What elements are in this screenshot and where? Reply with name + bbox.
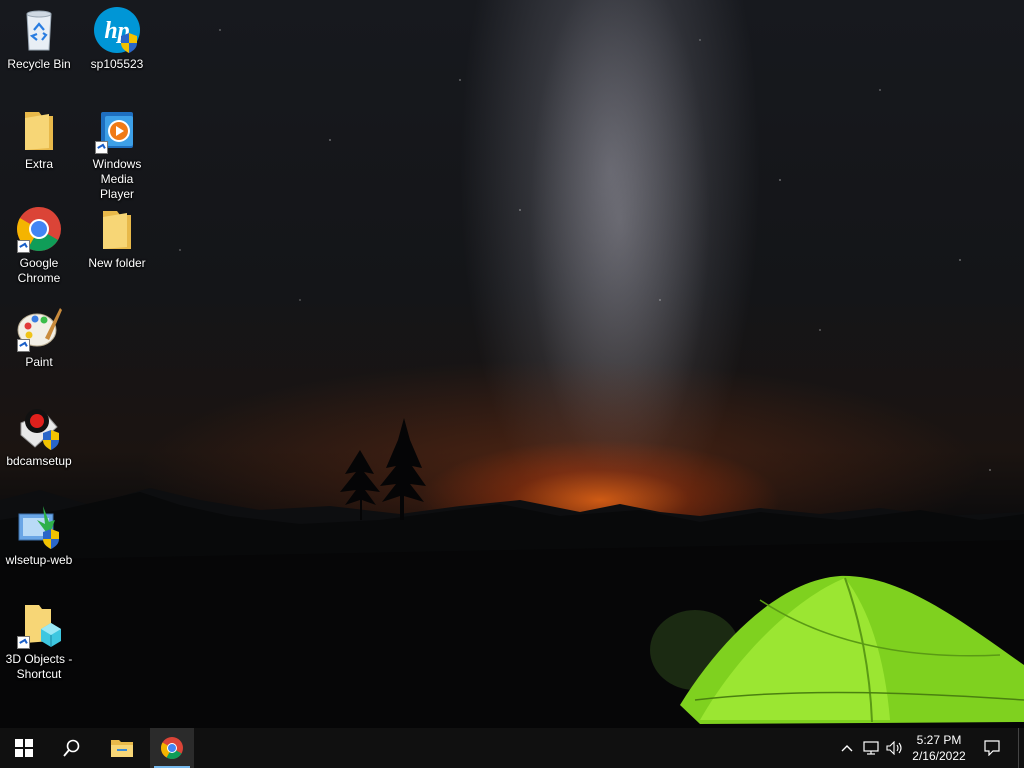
desktop-icon-sp105523[interactable]: hp sp105523 (79, 6, 155, 72)
shortcut-arrow-icon (17, 339, 30, 352)
uac-shield-icon (43, 430, 59, 450)
desktop-icon-windows-media-player[interactable]: Windows Media Player (79, 106, 155, 202)
desktop-icon-bdcamsetup[interactable]: bdcamsetup (1, 403, 77, 469)
taskbar: 5:27 PM 2/16/2022 (0, 728, 1024, 768)
action-center-icon (984, 740, 1000, 756)
search-icon (63, 739, 80, 757)
3d-objects-folder-icon (15, 601, 63, 649)
desktop-icon-extra[interactable]: Extra (1, 106, 77, 172)
start-button[interactable] (0, 728, 48, 768)
desktop-icon-label: bdcamsetup (6, 454, 72, 468)
desktop-icon-label: Google Chrome (17, 256, 61, 285)
installer-icon (15, 502, 63, 550)
shortcut-arrow-icon (95, 141, 108, 154)
folder-icon (111, 740, 133, 757)
uac-shield-icon (121, 33, 137, 53)
clock[interactable]: 5:27 PM 2/16/2022 (906, 728, 972, 768)
folder-icon (93, 205, 141, 253)
desktop-icon-label: 3D Objects - Shortcut (5, 652, 73, 681)
desktop-icon-paint[interactable]: Paint (1, 304, 77, 370)
desktop-icon-recycle-bin[interactable]: Recycle Bin (1, 6, 77, 72)
desktop-icon-3d-objects-shortcut[interactable]: 3D Objects - Shortcut (1, 601, 77, 682)
chrome-icon (15, 205, 63, 253)
uac-shield-icon (43, 529, 59, 549)
volume-icon (886, 741, 902, 755)
recycle-bin-icon (15, 6, 63, 54)
desktop-icon-label: Windows Media Player (92, 157, 142, 201)
network-icon (863, 741, 879, 755)
desktop-icon-label: New folder (88, 256, 146, 270)
chrome-icon (161, 737, 183, 759)
taskbar-file-explorer[interactable] (98, 728, 146, 768)
shortcut-arrow-icon (17, 240, 30, 253)
hp-logo-icon: hp (93, 6, 141, 54)
clock-date: 2/16/2022 (912, 749, 966, 763)
desktop-icon-label: sp105523 (90, 57, 144, 71)
search-button[interactable] (48, 728, 96, 768)
shortcut-arrow-icon (17, 636, 30, 649)
show-hidden-icons-button[interactable] (836, 728, 858, 768)
desktop-icon-label: Extra (24, 157, 53, 171)
network-button[interactable] (860, 728, 882, 768)
volume-button[interactable] (884, 728, 906, 768)
desktop-icon-label: Paint (25, 355, 53, 369)
folder-icon (15, 106, 63, 154)
desktop-icon-google-chrome[interactable]: Google Chrome (1, 205, 77, 286)
paint-icon (15, 304, 63, 352)
bdcam-icon (15, 403, 63, 451)
desktop-icon-new-folder[interactable]: New folder (79, 205, 155, 271)
chevron-up-icon (841, 745, 853, 752)
taskbar-google-chrome[interactable] (150, 728, 194, 768)
desktop-icon-wlsetup-web[interactable]: wlsetup-web (1, 502, 77, 568)
clock-time: 5:27 PM (916, 733, 962, 747)
desktop-icon-label: Recycle Bin (7, 57, 71, 71)
media-player-icon (93, 106, 141, 154)
action-center-button[interactable] (976, 728, 1008, 768)
show-desktop-button[interactable] (1018, 728, 1024, 768)
windows-logo-icon (15, 739, 33, 757)
desktop-icon-label: wlsetup-web (5, 553, 73, 567)
desktop-background: Recycle Bin Extra Google Chrome Paint bd… (0, 0, 1024, 728)
